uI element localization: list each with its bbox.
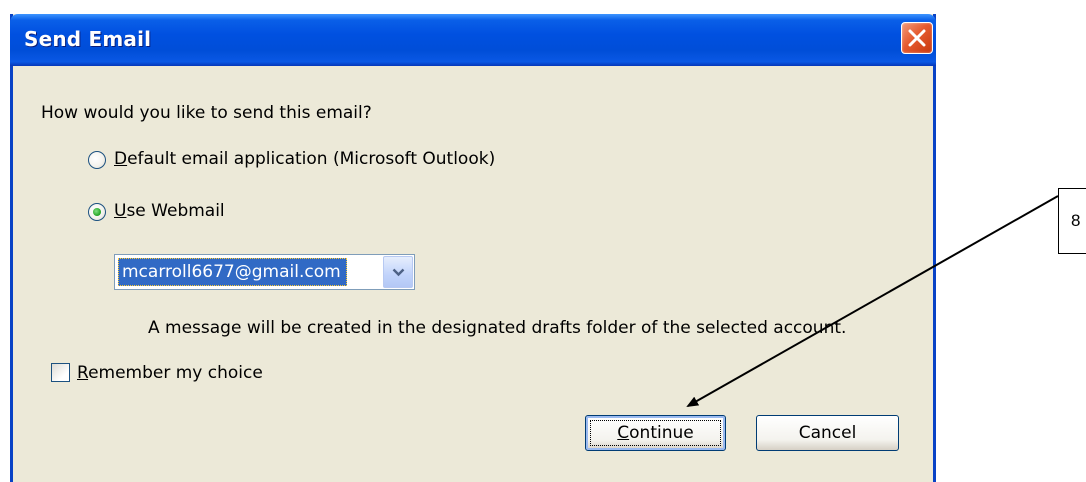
- chevron-down-icon: [392, 268, 405, 277]
- option-webmail-label-rest: se Webmail: [126, 201, 225, 221]
- mnemonic-c: C: [617, 423, 630, 443]
- radio-selected-dot: [93, 208, 101, 216]
- step-callout-number: 8: [1071, 211, 1081, 230]
- radio-use-webmail[interactable]: [88, 203, 106, 221]
- selected-account-value: mcarroll6677@gmail.com: [118, 258, 347, 286]
- close-button[interactable]: [901, 22, 933, 54]
- dialog-body: How would you like to send this email? D…: [13, 66, 933, 482]
- mnemonic-r: R: [77, 363, 89, 383]
- question-label: How would you like to send this email?: [41, 103, 372, 123]
- send-email-dialog: Send Email How would you like to send th…: [10, 14, 936, 482]
- continue-button[interactable]: Continue: [585, 415, 726, 451]
- radio-default-email[interactable]: [88, 151, 106, 169]
- cancel-button[interactable]: Cancel: [756, 415, 899, 451]
- mnemonic-u: U: [114, 201, 127, 221]
- step-callout-box: 8: [1058, 188, 1086, 254]
- info-text: A message will be created in the designa…: [148, 318, 847, 338]
- radio-use-webmail-label[interactable]: Use Webmail: [114, 201, 225, 221]
- remember-choice-checkbox[interactable]: [51, 363, 70, 382]
- dialog-title: Send Email: [24, 27, 152, 51]
- dropdown-button[interactable]: [383, 256, 413, 288]
- remember-choice-label[interactable]: Remember my choice: [77, 363, 263, 383]
- screenshot-canvas: Send Email How would you like to send th…: [0, 0, 1086, 482]
- continue-label-rest: ontinue: [629, 423, 694, 443]
- mnemonic-d: D: [114, 149, 128, 169]
- remember-label-rest: emember my choice: [88, 363, 263, 383]
- title-bar[interactable]: Send Email: [10, 14, 936, 66]
- option-default-label-rest: efault email application (Microsoft Outl…: [127, 149, 496, 169]
- webmail-account-select[interactable]: mcarroll6677@gmail.com: [114, 254, 415, 290]
- radio-default-email-label[interactable]: Default email application (Microsoft Out…: [114, 149, 495, 169]
- close-icon: [908, 29, 926, 47]
